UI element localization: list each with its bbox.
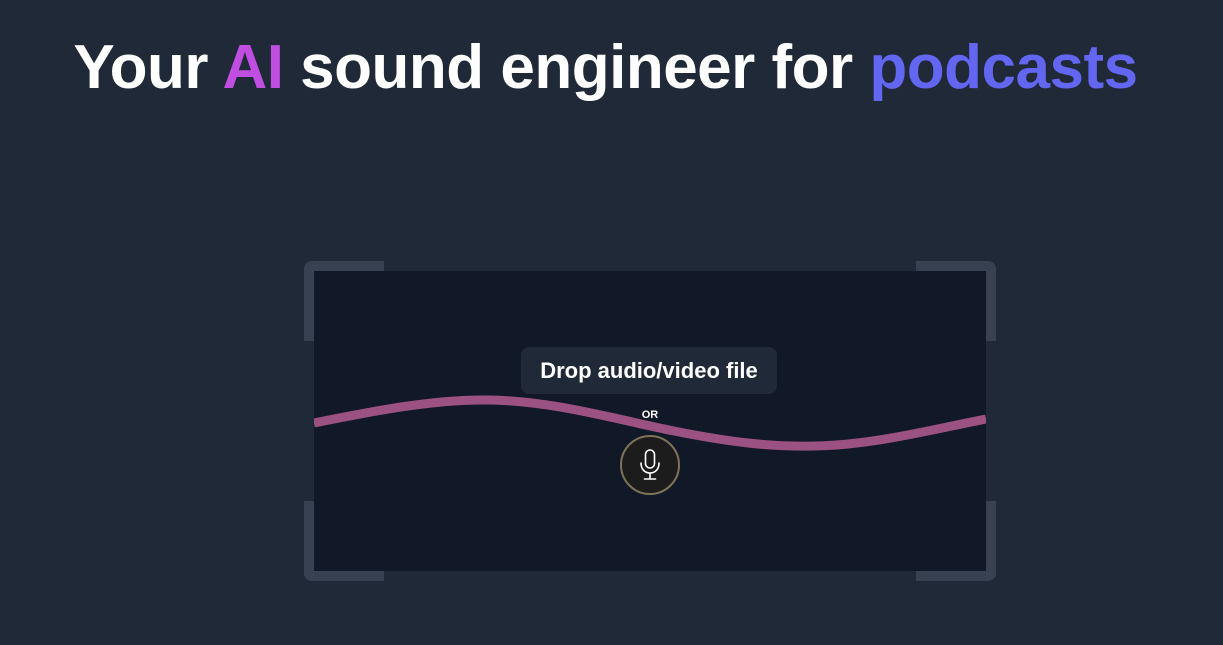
microphone-icon	[640, 449, 660, 480]
dropzone-panel[interactable]: Drop audio/video file OR	[314, 271, 986, 571]
headline-text-start: Your	[73, 33, 223, 102]
or-separator: OR	[641, 409, 659, 421]
headline-podcasts-highlight: podcasts	[869, 33, 1138, 102]
hero-headline: Your AI sound engineer for podcasts	[0, 30, 1211, 106]
headline-ai-highlight: AI	[222, 33, 284, 102]
headline-text-middle: sound engineer for	[283, 33, 870, 102]
drop-file-label[interactable]: Drop audio/video file	[521, 347, 777, 394]
file-dropzone[interactable]: Drop audio/video file OR	[304, 261, 996, 581]
record-microphone-button[interactable]	[620, 435, 680, 495]
